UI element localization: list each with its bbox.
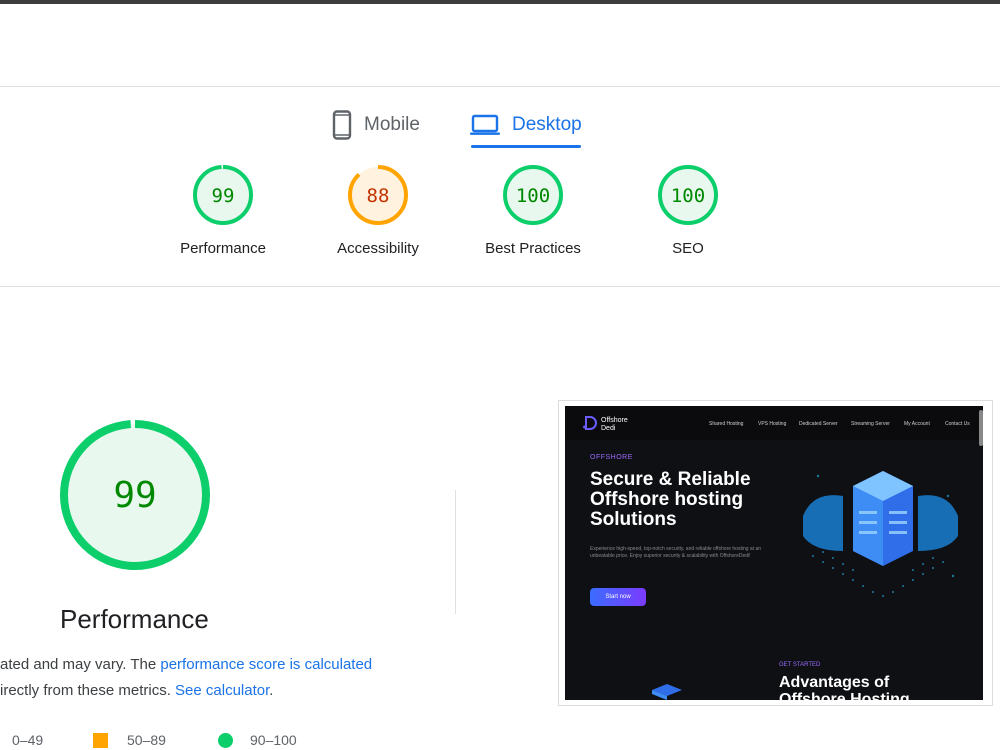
desc-text: .: [269, 682, 274, 699]
gauge-accessibility[interactable]: 88 Accessibility: [308, 164, 448, 257]
tab-mobile[interactable]: Mobile: [332, 100, 420, 150]
server-small-illustration: [652, 684, 682, 700]
legend-pass-range: 90–100: [250, 732, 297, 748]
site-nav-item: My Account: [904, 421, 930, 427]
performance-description-line2: irectly from these metrics. See calculat…: [0, 682, 273, 699]
laptop-icon: [470, 114, 500, 135]
tab-desktop[interactable]: Desktop: [470, 100, 582, 150]
hero-title-line: Offshore hosting: [590, 489, 744, 510]
tab-mobile-label: Mobile: [364, 114, 420, 135]
hero-title-line: Secure & Reliable: [590, 469, 751, 490]
performance-big-score: 99: [113, 475, 156, 516]
gauge-score: 100: [516, 185, 550, 207]
score-legend: 0–49 50–89 90–100: [0, 732, 420, 750]
gauge-ring: 99: [193, 165, 253, 225]
vertical-separator: [455, 490, 456, 614]
hero-eyebrow: OFFSHORE: [590, 454, 633, 461]
performance-big-gauge: 99: [60, 420, 210, 570]
gauge-score: 99: [212, 185, 235, 207]
advantages-title-line: Advantages of: [779, 674, 890, 691]
site-nav-item: Streaming Server: [851, 421, 890, 427]
gauge-score: 88: [367, 185, 390, 207]
report-header: [0, 4, 1000, 87]
advantages-title-line: Offshore Hosting: [779, 691, 910, 700]
logo-line2: Dedi: [601, 425, 616, 432]
square-average-icon: [93, 733, 108, 748]
server-illustration: [803, 471, 958, 597]
mobile-phone-icon: [332, 110, 352, 140]
active-tab-indicator: [471, 145, 581, 148]
gauge-ring: 100: [658, 165, 718, 225]
hero-description: Experience high-speed, top-notch securit…: [590, 546, 762, 559]
logo-line1: Offshore: [601, 417, 628, 424]
screenshot-scrollbar: [979, 410, 983, 446]
site-nav-item: Dedicated Server: [799, 421, 838, 427]
hero-title-line: Solutions: [590, 509, 677, 530]
start-now-button: Start now: [590, 588, 646, 606]
gauge-ring: 88: [348, 165, 408, 225]
site-logo-icon: [583, 416, 597, 430]
desc-text: ated and may vary. The: [0, 656, 161, 673]
gauge-seo[interactable]: 100 SEO: [618, 164, 758, 257]
get-started-label: GET STARTED: [779, 662, 821, 668]
gauge-best-practices[interactable]: 100 Best Practices: [463, 164, 603, 257]
site-nav-item: VPS Hosting: [758, 421, 787, 427]
gauge-performance[interactable]: 99 Performance: [153, 164, 293, 257]
section-divider: [0, 286, 1000, 287]
site-navbar: Offshore Dedi Shared Hosting VPS Hosting…: [565, 406, 983, 440]
final-screenshot: Offshore Dedi Shared Hosting VPS Hosting…: [565, 406, 983, 700]
see-calculator-link[interactable]: See calculator: [175, 682, 269, 699]
gauge-label: Best Practices: [485, 240, 581, 257]
site-nav-item: Shared Hosting: [709, 421, 744, 427]
performance-score-link[interactable]: performance score is calculated: [160, 656, 372, 673]
gauge-label: SEO: [672, 240, 704, 257]
circle-pass-icon: [218, 733, 233, 748]
desc-text: irectly from these metrics.: [0, 682, 176, 699]
gauge-label: Performance: [180, 240, 266, 257]
performance-description-line1: ated and may vary. The performance score…: [0, 656, 372, 673]
site-nav-item: Contact Us: [945, 421, 970, 427]
legend-fail-range: 0–49: [12, 732, 44, 748]
legend-average-range: 50–89: [127, 732, 166, 748]
device-tabs: Mobile Desktop: [0, 100, 1000, 150]
advantages-title: Advantages of Offshore Hosting: [779, 674, 969, 700]
final-screenshot-frame[interactable]: Offshore Dedi Shared Hosting VPS Hosting…: [558, 400, 993, 706]
score-gauges: 99 Performance 88 Accessibility 100 Best…: [0, 164, 1000, 274]
gauge-score: 100: [671, 185, 705, 207]
hero-title: Secure & Reliable Offshore hosting Solut…: [590, 470, 810, 530]
site-logo-text: Offshore Dedi: [601, 417, 628, 433]
performance-title: Performance: [60, 604, 209, 634]
gauge-label: Accessibility: [337, 240, 419, 257]
gauge-ring: 100: [503, 165, 563, 225]
tab-desktop-label: Desktop: [512, 114, 582, 135]
